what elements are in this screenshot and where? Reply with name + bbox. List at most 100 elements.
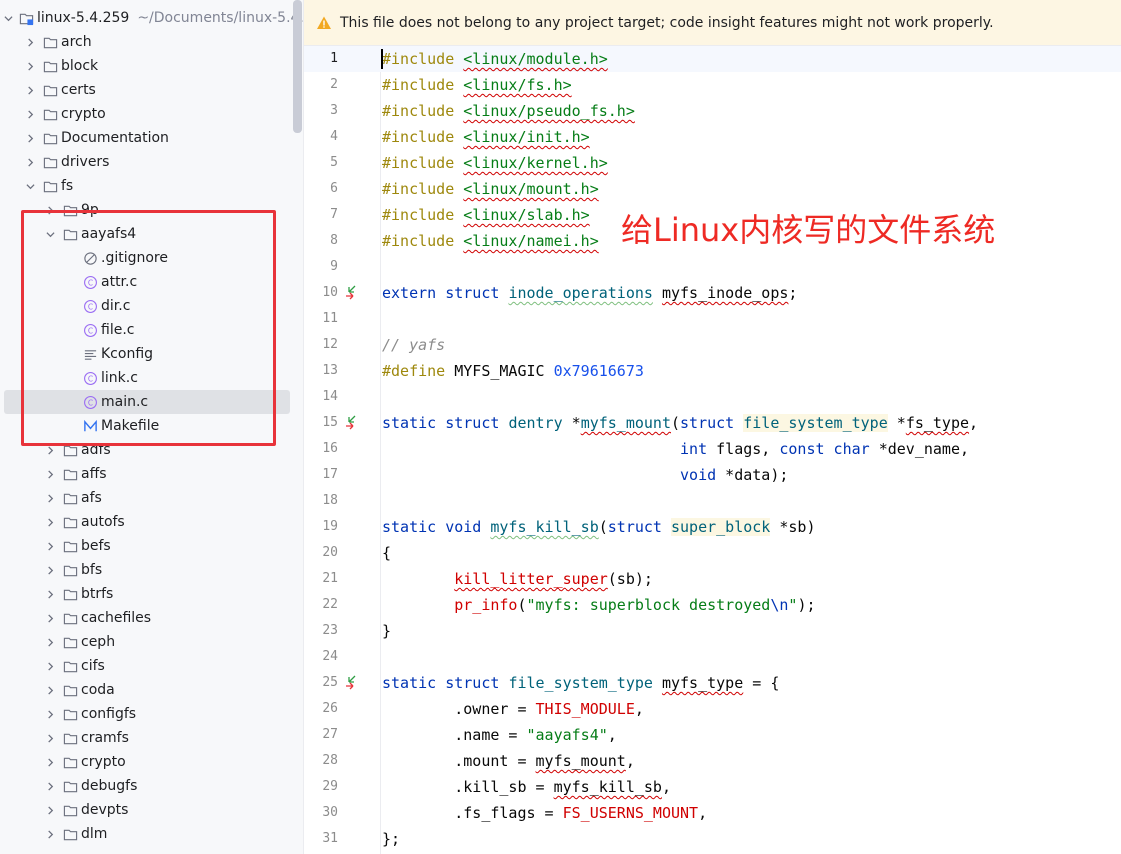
code-line[interactable]: 19 static void myfs_kill_sb(struct super_… [304,514,1121,540]
code-line[interactable]: 4 #include <linux/init.h> [304,124,1121,150]
code-line[interactable]: 26 .owner = THIS_MODULE, [304,696,1121,722]
code-line[interactable]: 10 extern struct inode_operations myfs_in… [304,280,1121,306]
tree-folder-item[interactable]: cachefiles [4,606,290,630]
chevron-right-icon[interactable] [44,828,56,840]
tree-folder-item[interactable]: afs [4,486,290,510]
tree-folder-item[interactable]: adfs [4,438,290,462]
tree-folder-item[interactable]: block [4,54,290,78]
tree-file-item[interactable]: Kconfig [4,342,290,366]
code-line[interactable]: 16 int flags, const char *dev_name, [304,436,1121,462]
chevron-right-icon[interactable] [44,564,56,576]
chevron-right-icon[interactable] [44,492,56,504]
tree-folder-item[interactable]: autofs [4,510,290,534]
tree-folder-item[interactable]: crypto [4,102,290,126]
code-text[interactable]: extern struct inode_operations myfs_inod… [382,283,797,303]
chevron-right-icon[interactable] [44,540,56,552]
chevron-right-icon[interactable] [24,60,36,72]
code-text[interactable]: .owner = THIS_MODULE, [382,699,644,719]
code-line[interactable]: 5 #include <linux/kernel.h> [304,150,1121,176]
code-text[interactable]: .mount = myfs_mount, [382,751,635,771]
code-line[interactable]: 11 [304,306,1121,332]
chevron-right-icon[interactable] [24,156,36,168]
tree-folder-item[interactable]: cramfs [4,726,290,750]
code-text[interactable]: int flags, const char *dev_name, [382,439,969,459]
project-tree[interactable]: linux-5.4.259 ~/Documents/linux-5.4... a… [0,0,304,854]
chevron-right-icon[interactable] [44,468,56,480]
code-line[interactable]: 23} [304,618,1121,644]
chevron-right-icon[interactable] [44,708,56,720]
tree-root[interactable]: linux-5.4.259 ~/Documents/linux-5.4... [4,6,303,30]
code-line[interactable]: 9 [304,254,1121,280]
code-line[interactable]: 24 [304,644,1121,670]
code-editor[interactable]: 1 #include <linux/module.h> 2 #include <lin… [304,46,1121,854]
code-line[interactable]: 13 #define MYFS_MAGIC 0x79616673 [304,358,1121,384]
tree-folder-item[interactable]: coda [4,678,290,702]
code-line[interactable]: 6 #include <linux/mount.h> [304,176,1121,202]
tree-folder-item[interactable]: 9p [4,198,290,222]
chevron-right-icon[interactable] [44,756,56,768]
chevron-right-icon[interactable] [44,204,56,216]
code-line[interactable]: 31}; [304,826,1121,852]
chevron-right-icon[interactable] [44,636,56,648]
tree-folder-item[interactable]: debugfs [4,774,290,798]
code-line[interactable]: 18 [304,488,1121,514]
code-line[interactable]: 1 #include <linux/module.h> [304,46,1121,72]
tree-folder-item[interactable]: aayafs4 [4,222,290,246]
code-line[interactable]: 22 pr_info("myfs: superblock destroyed\n… [304,592,1121,618]
chevron-right-icon[interactable] [44,588,56,600]
navigate-declaration-icon[interactable] [344,284,362,302]
chevron-right-icon[interactable] [24,108,36,120]
code-text[interactable]: { [382,543,391,563]
chevron-right-icon[interactable] [24,36,36,48]
tree-folder-item[interactable]: cifs [4,654,290,678]
tree-file-item[interactable]: Cfile.c [4,318,290,342]
code-text[interactable]: void *data); [382,465,788,485]
code-text[interactable]: static struct dentry *myfs_mount(struct … [382,413,978,433]
code-line[interactable]: 14 [304,384,1121,410]
code-text[interactable]: #include <linux/kernel.h> [382,153,608,173]
code-text[interactable]: } [382,621,391,641]
code-line[interactable]: 21 kill_litter_super(sb); [304,566,1121,592]
code-line[interactable]: 28 .mount = myfs_mount, [304,748,1121,774]
tree-folder-item[interactable]: bfs [4,558,290,582]
chevron-right-icon[interactable] [44,660,56,672]
tree-folder-item[interactable]: befs [4,534,290,558]
chevron-right-icon[interactable] [44,732,56,744]
code-text[interactable]: #define MYFS_MAGIC 0x79616673 [382,361,644,381]
chevron-down-icon[interactable] [44,228,56,240]
tree-folder-item[interactable]: ceph [4,630,290,654]
chevron-down-icon[interactable] [4,12,13,24]
chevron-right-icon[interactable] [44,444,56,456]
chevron-right-icon[interactable] [44,780,56,792]
code-text[interactable]: #include <linux/module.h> [382,49,608,69]
tree-folder-item[interactable]: arch [4,30,290,54]
tree-folder-item[interactable]: fs [4,174,290,198]
tree-file-item[interactable]: Makefile [4,414,290,438]
tree-file-item[interactable]: .gitignore [4,246,290,270]
tree-file-item[interactable]: Cmain.c [4,390,290,414]
code-line[interactable]: 3 #include <linux/pseudo_fs.h> [304,98,1121,124]
code-text[interactable]: #include <linux/pseudo_fs.h> [382,101,635,121]
tree-folder-item[interactable]: configfs [4,702,290,726]
chevron-right-icon[interactable] [44,804,56,816]
chevron-right-icon[interactable] [44,612,56,624]
code-text[interactable]: static struct file_system_type myfs_type… [382,673,779,693]
tree-folder-item[interactable]: affs [4,462,290,486]
code-line[interactable]: 29 .kill_sb = myfs_kill_sb, [304,774,1121,800]
chevron-right-icon[interactable] [24,132,36,144]
code-text[interactable]: // yafs [382,335,445,355]
tree-folder-item[interactable]: certs [4,78,290,102]
tree-file-item[interactable]: Clink.c [4,366,290,390]
tree-folder-item[interactable]: drivers [4,150,290,174]
code-text[interactable]: #include <linux/slab.h> [382,205,590,225]
tree-folder-item[interactable]: btrfs [4,582,290,606]
code-line[interactable]: 12 // yafs [304,332,1121,358]
chevron-right-icon[interactable] [24,84,36,96]
navigate-declaration-icon[interactable] [344,414,362,432]
code-text[interactable]: #include <linux/mount.h> [382,179,599,199]
code-line[interactable]: 30 .fs_flags = FS_USERNS_MOUNT, [304,800,1121,826]
code-line[interactable]: 20 { [304,540,1121,566]
tree-scrollbar[interactable] [293,0,302,133]
code-text[interactable]: #include <linux/namei.h> [382,231,599,251]
code-text[interactable]: static void myfs_kill_sb(struct super_bl… [382,517,816,537]
